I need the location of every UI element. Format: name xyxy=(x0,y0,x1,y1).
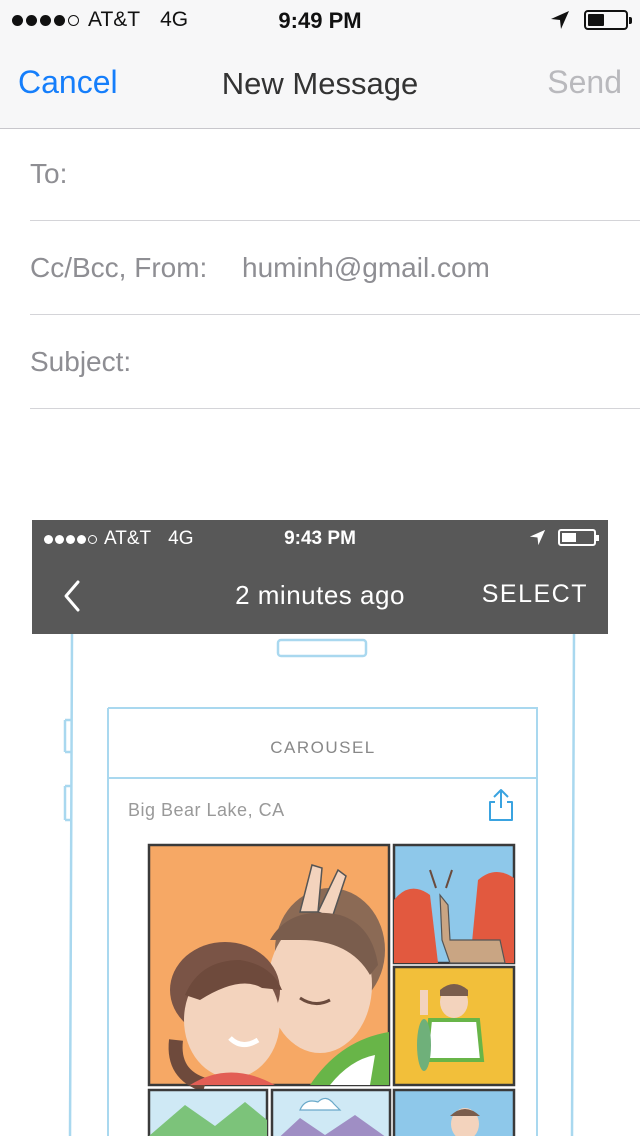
attachment-nav-bar: 2 minutes ago SELECT xyxy=(32,556,608,634)
battery-icon xyxy=(558,529,599,546)
attachment-status-bar: AT&T 4G 9:43 PM xyxy=(32,520,608,556)
status-bar: AT&T 4G 9:49 PM xyxy=(0,0,640,40)
cc-bcc-from-label: Cc/Bcc, From: xyxy=(30,252,208,283)
page-title: New Message xyxy=(221,66,419,101)
status-right xyxy=(550,10,632,30)
subject-field[interactable]: Subject: xyxy=(30,316,640,409)
location-arrow-icon xyxy=(529,529,546,546)
subject-label: Subject: xyxy=(30,346,132,377)
cc-bcc-from-field[interactable]: Cc/Bcc, From: huminh@gmail.com xyxy=(30,222,640,315)
battery-icon xyxy=(584,10,632,30)
location-arrow-icon xyxy=(551,11,569,29)
location-label: Big Bear Lake, CA xyxy=(128,800,285,820)
send-button[interactable]: Send xyxy=(547,64,622,101)
nav-bar: Cancel New Message Send xyxy=(0,40,640,129)
select-button[interactable]: SELECT xyxy=(482,580,588,609)
to-label: To: xyxy=(30,158,68,189)
attachment-status-right xyxy=(529,529,599,546)
carousel-screen: CAROUSEL Big Bear Lake, CA xyxy=(108,708,538,1136)
status-time: 9:49 PM xyxy=(278,8,362,33)
from-value: huminh@gmail.com xyxy=(242,252,490,283)
share-icon[interactable] xyxy=(486,788,516,822)
attachment-time: 9:43 PM xyxy=(284,528,356,549)
app-title: CAROUSEL xyxy=(270,738,376,757)
attached-screenshot[interactable]: CAROUSEL Big Bear Lake, CA AT&T 4G 9:43 … xyxy=(0,520,640,1136)
to-field[interactable]: To: xyxy=(30,128,640,221)
